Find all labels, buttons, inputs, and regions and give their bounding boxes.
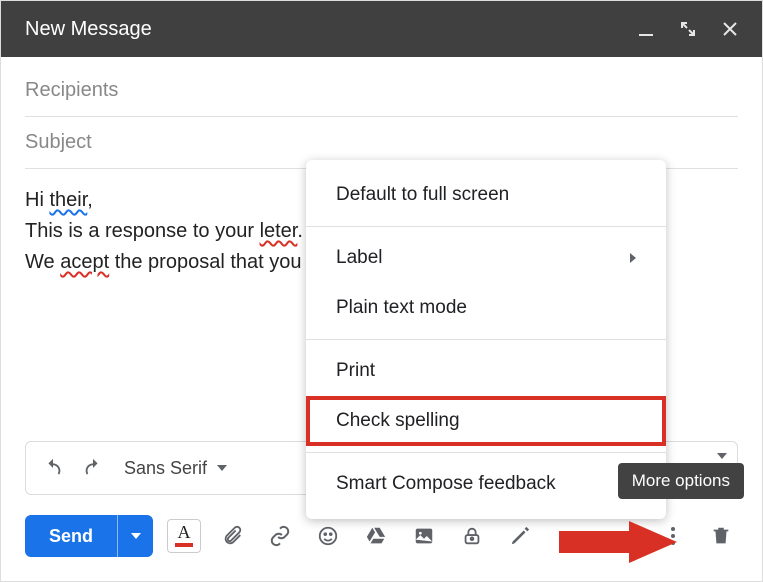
send-group: Send: [25, 515, 153, 557]
redo-icon[interactable]: [76, 451, 110, 485]
confidential-icon[interactable]: [455, 519, 489, 553]
discard-icon[interactable]: [704, 519, 738, 553]
menu-separator: [306, 226, 666, 227]
emoji-icon[interactable]: [311, 519, 345, 553]
menu-default-fullscreen[interactable]: Default to full screen: [306, 170, 666, 220]
subject-input[interactable]: [25, 131, 738, 154]
kebab-icon: [671, 527, 675, 545]
spellcheck-error: leter: [260, 220, 298, 242]
more-options-tooltip: More options: [618, 463, 744, 499]
send-more-button[interactable]: [117, 515, 153, 557]
send-button[interactable]: Send: [25, 515, 117, 557]
menu-separator: [306, 339, 666, 340]
recipients-field: [25, 65, 738, 117]
recipients-input[interactable]: [25, 79, 738, 102]
menu-label[interactable]: Label: [306, 233, 666, 283]
minimize-icon[interactable]: [636, 19, 656, 39]
pen-icon[interactable]: [503, 519, 537, 553]
menu-separator: [306, 452, 666, 453]
menu-check-spelling[interactable]: Check spelling: [306, 396, 666, 446]
menu-print[interactable]: Print: [306, 346, 666, 396]
spellcheck-grammar: their: [49, 189, 87, 211]
text-color-bar: [175, 543, 193, 547]
compose-window: New Message Hi their, This is a response: [0, 0, 763, 582]
image-icon[interactable]: [407, 519, 441, 553]
menu-smart-compose[interactable]: Smart Compose feedback: [306, 459, 666, 509]
chevron-down-icon: [217, 465, 227, 471]
menu-plain-text[interactable]: Plain text mode: [306, 283, 666, 333]
header-fields: [1, 57, 762, 169]
text-color-button[interactable]: A: [167, 519, 201, 553]
drive-icon[interactable]: [359, 519, 393, 553]
spellcheck-error: acept: [60, 251, 109, 273]
link-icon[interactable]: [263, 519, 297, 553]
attachment-icon[interactable]: [215, 519, 249, 553]
more-options-menu: Default to full screen Label Plain text …: [306, 160, 666, 519]
font-name: Sans Serif: [124, 458, 207, 479]
chevron-down-icon: [131, 533, 141, 539]
text-color-letter: A: [178, 523, 191, 541]
undo-icon[interactable]: [36, 451, 70, 485]
close-icon[interactable]: [720, 19, 740, 39]
window-title: New Message: [25, 18, 636, 41]
fullscreen-icon[interactable]: [678, 19, 698, 39]
more-options-button[interactable]: [656, 519, 690, 553]
font-picker[interactable]: Sans Serif: [116, 458, 235, 479]
titlebar-actions: [636, 19, 740, 39]
titlebar: New Message: [1, 1, 762, 57]
